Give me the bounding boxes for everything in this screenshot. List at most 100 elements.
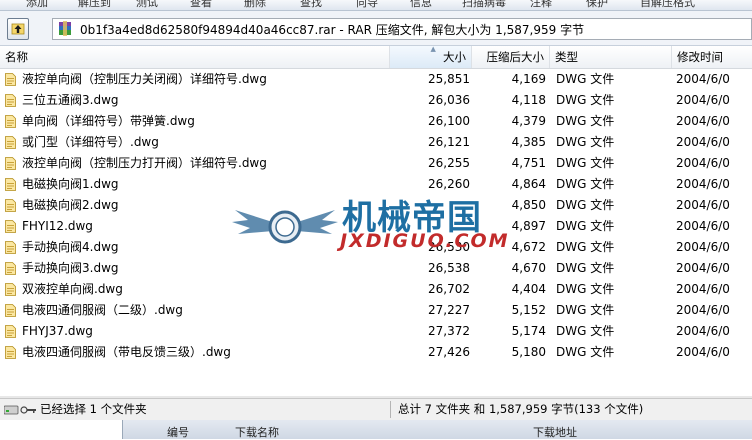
toolbar-delete-button[interactable]: 删除 xyxy=(244,0,266,10)
file-packed-size: 4,169 xyxy=(511,72,546,86)
file-modified: 2004/6/0 xyxy=(676,303,730,317)
file-type: DWG 文件 xyxy=(556,240,615,254)
file-modified: 2004/6/0 xyxy=(676,240,730,254)
column-size[interactable]: ▲ 大小 xyxy=(390,46,472,68)
file-size: 26,260 xyxy=(428,177,470,191)
file-size: 26,100 xyxy=(428,114,470,128)
toolbar-extract-button[interactable]: 解压到 xyxy=(78,0,111,10)
column-packed[interactable]: 压缩后大小 xyxy=(472,46,550,68)
file-modified: 2004/6/0 xyxy=(676,135,730,149)
file-size: 26,702 xyxy=(428,282,470,296)
file-row[interactable]: 单向阀（详细符号）带弹簧.dwg 26,100 4,379 DWG 文件 2004/6/… xyxy=(0,111,752,132)
file-name: FHYJ37.dwg xyxy=(22,324,93,338)
file-row[interactable]: 手动换向阀3.dwg 26,538 4,670 DWG 文件 2004/6/0 xyxy=(0,258,752,279)
dwg-file-icon xyxy=(5,304,16,317)
download-col-address: 下载地址 xyxy=(533,426,577,439)
toolbar-comment-button[interactable]: 注释 xyxy=(530,0,552,10)
up-folder-button[interactable] xyxy=(7,18,29,40)
file-size xyxy=(390,195,470,216)
file-row[interactable]: FHYI12.dwg 4,897 DWG 文件 2004/6/0 xyxy=(0,216,752,237)
file-row[interactable]: 液控单向阀（控制压力打开阀）详细符号.dwg 26,255 4,751 DWG 文件 2… xyxy=(0,153,752,174)
download-table-header: 编号 下载名称 下载地址 xyxy=(122,420,752,439)
file-type: DWG 文件 xyxy=(556,198,615,212)
file-packed-size: 4,670 xyxy=(511,261,546,275)
column-type[interactable]: 类型 xyxy=(550,46,672,68)
file-size: 26,036 xyxy=(428,93,470,107)
dwg-file-icon xyxy=(5,157,16,170)
column-header: 名称 ▲ 大小 压缩后大小 类型 修改时间 xyxy=(0,46,752,69)
file-row[interactable]: 双液控单向阀.dwg 26,702 4,404 DWG 文件 2004/6/0 xyxy=(0,279,752,300)
file-name: 电磁换向阀2.dwg xyxy=(22,198,119,212)
file-name: 单向阀（详细符号）带弹簧.dwg xyxy=(22,114,195,128)
file-size: 25,851 xyxy=(428,72,470,86)
file-size xyxy=(390,216,470,237)
file-packed-size: 5,180 xyxy=(511,345,546,359)
file-name: FHYI12.dwg xyxy=(22,219,93,233)
file-size: 27,426 xyxy=(428,345,470,359)
file-packed-size: 4,672 xyxy=(511,240,546,254)
file-modified: 2004/6/0 xyxy=(676,177,730,191)
download-col-number: 编号 xyxy=(167,426,189,439)
file-packed-size: 4,404 xyxy=(511,282,546,296)
address-bar: 0b1f3a4ed8d62580f94894d40a46cc87.rar - R… xyxy=(0,11,752,46)
toolbar-add-button[interactable]: 添加 xyxy=(26,0,48,10)
dwg-file-icon xyxy=(5,73,16,86)
status-separator xyxy=(390,401,391,418)
drive-key-icon xyxy=(4,405,36,415)
file-name: 或门型（详细符号）.dwg xyxy=(22,135,159,149)
toolbar-test-button[interactable]: 测试 xyxy=(136,0,158,10)
column-name[interactable]: 名称 xyxy=(0,46,390,68)
file-modified: 2004/6/0 xyxy=(676,156,730,170)
file-name: 双液控单向阀.dwg xyxy=(22,282,123,296)
rar-archive-icon xyxy=(59,21,71,36)
archive-path-field[interactable]: 0b1f3a4ed8d62580f94894d40a46cc87.rar - R… xyxy=(52,18,752,40)
toolbar-view-button[interactable]: 查看 xyxy=(190,0,212,10)
file-row[interactable]: 电磁换向阀2.dwg 4,850 DWG 文件 2004/6/0 xyxy=(0,195,752,216)
file-type: DWG 文件 xyxy=(556,72,615,86)
file-name: 电磁换向阀1.dwg xyxy=(22,177,119,191)
file-row[interactable]: 三位五通阀3.dwg 26,036 4,118 DWG 文件 2004/6/0 xyxy=(0,90,752,111)
file-type: DWG 文件 xyxy=(556,177,615,191)
file-packed-size: 5,174 xyxy=(511,324,546,338)
file-type: DWG 文件 xyxy=(556,93,615,107)
archive-path-text: 0b1f3a4ed8d62580f94894d40a46cc87.rar - R… xyxy=(80,23,585,37)
dwg-file-icon xyxy=(5,325,16,338)
toolbar-wizard-button[interactable]: 向导 xyxy=(356,0,378,10)
file-type: DWG 文件 xyxy=(556,345,615,359)
up-arrow-icon xyxy=(11,23,25,35)
file-size: 26,530 xyxy=(428,240,470,254)
file-size: 26,255 xyxy=(428,156,470,170)
file-rows: 液控单向阀（控制压力关闭阀）详细符号.dwg 25,851 4,169 DWG 文件 2… xyxy=(0,69,752,363)
file-row[interactable]: 或门型（详细符号）.dwg 26,121 4,385 DWG 文件 2004/6/0 xyxy=(0,132,752,153)
dwg-file-icon xyxy=(5,346,16,359)
file-row[interactable]: 电液四通伺服阀（带电反馈三级）.dwg 27,426 5,180 DWG 文件 2004… xyxy=(0,342,752,363)
file-packed-size: 4,118 xyxy=(511,93,546,107)
toolbar-find-button[interactable]: 查找 xyxy=(300,0,322,10)
dwg-file-icon xyxy=(5,178,16,191)
column-modified[interactable]: 修改时间 xyxy=(672,46,752,68)
file-row[interactable]: FHYJ37.dwg 27,372 5,174 DWG 文件 2004/6/0 xyxy=(0,321,752,342)
file-modified: 2004/6/0 xyxy=(676,324,730,338)
file-size: 27,372 xyxy=(428,324,470,338)
file-name: 液控单向阀（控制压力打开阀）详细符号.dwg xyxy=(22,156,267,170)
file-modified: 2004/6/0 xyxy=(676,114,730,128)
file-row[interactable]: 电磁换向阀1.dwg 26,260 4,864 DWG 文件 2004/6/0 xyxy=(0,174,752,195)
dwg-file-icon xyxy=(5,199,16,212)
file-type: DWG 文件 xyxy=(556,135,615,149)
file-size: 26,121 xyxy=(428,135,470,149)
toolbar-info-button[interactable]: 信息 xyxy=(410,0,432,10)
toolbar-protect-button[interactable]: 保护 xyxy=(586,0,608,10)
file-packed-size: 5,152 xyxy=(511,303,546,317)
toolbar: 添加 解压到 测试 查看 删除 查找 向导 信息 扫描病毒 注释 保护 自解压格… xyxy=(0,0,752,11)
file-row[interactable]: 电液四通伺服阀（二级）.dwg 27,227 5,152 DWG 文件 2004/6/0 xyxy=(0,300,752,321)
column-size-label: 大小 xyxy=(443,50,466,64)
toolbar-scan-button[interactable]: 扫描病毒 xyxy=(462,0,506,10)
file-row[interactable]: 液控单向阀（控制压力关闭阀）详细符号.dwg 25,851 4,169 DWG 文件 2… xyxy=(0,69,752,90)
download-col-name: 下载名称 xyxy=(235,426,279,439)
file-name: 手动换向阀3.dwg xyxy=(22,261,119,275)
file-list[interactable]: 名称 ▲ 大小 压缩后大小 类型 修改时间 液控单向阀（控制压力关闭阀）详细符号… xyxy=(0,46,752,396)
file-size: 27,227 xyxy=(428,303,470,317)
file-name: 电液四通伺服阀（二级）.dwg xyxy=(22,303,183,317)
file-row[interactable]: 手动换向阀4.dwg 26,530 4,672 DWG 文件 2004/6/0 xyxy=(0,237,752,258)
toolbar-sfx-button[interactable]: 自解压格式 xyxy=(640,0,695,10)
